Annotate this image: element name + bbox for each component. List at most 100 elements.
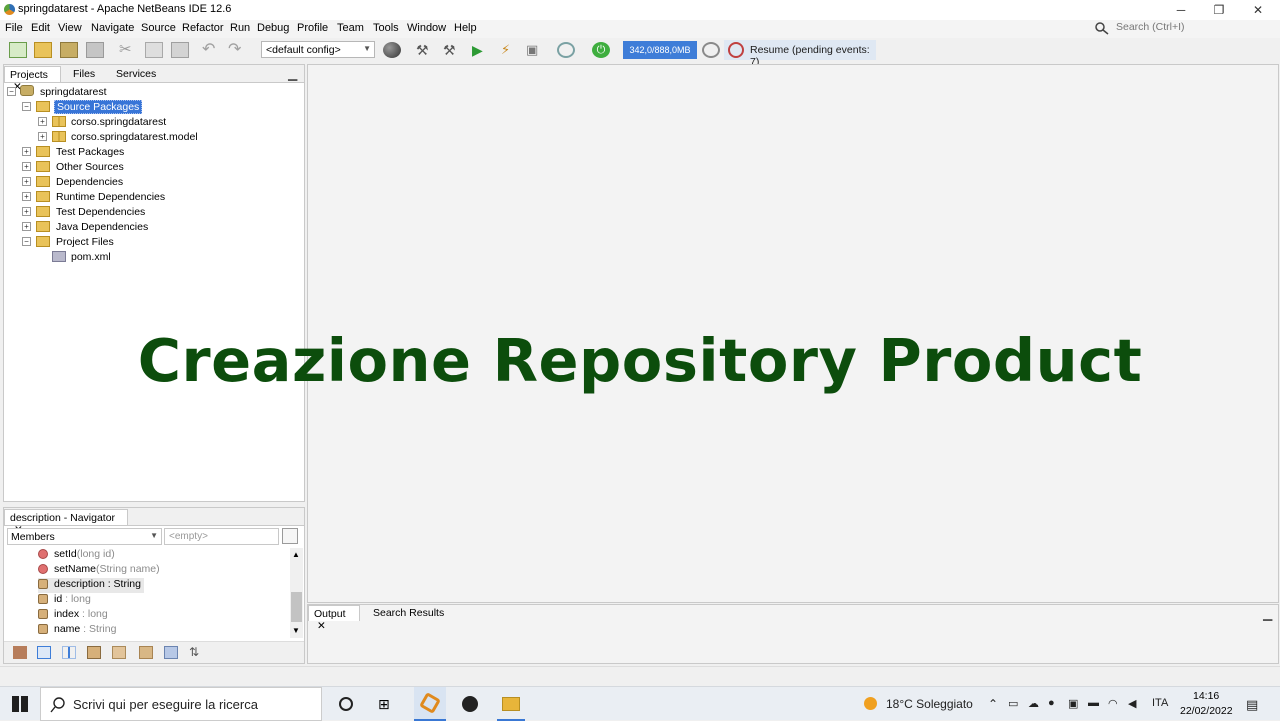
member-item-selected[interactable]: description : String [38,578,144,593]
member-item[interactable]: setName(String name) [38,563,160,578]
menu-team[interactable]: Team [337,22,364,34]
collapse-icon[interactable]: − [22,237,31,246]
menu-run[interactable]: Run [230,22,250,34]
chevron-up-icon[interactable]: ⌃ [988,697,998,711]
new-file-icon[interactable] [9,42,27,58]
member-item[interactable]: name : String [38,623,116,638]
tree-node-test-packages[interactable]: + Test Packages [4,144,304,159]
undo-icon[interactable]: ↶ [202,42,220,58]
cortana-icon[interactable] [339,697,353,711]
resume-button[interactable]: Resume (pending events: 7) [724,40,876,68]
menu-navigate[interactable]: Navigate [91,22,134,34]
tab-files[interactable]: Files [68,66,100,82]
config-select[interactable]: <default config> ▼ [261,41,375,58]
display-icon[interactable]: ▣ [1068,697,1078,710]
scroll-thumb[interactable] [291,592,302,622]
memory-indicator[interactable]: 342,0/888,0MB [623,41,697,59]
redo-icon[interactable]: ↷ [228,42,246,58]
show-static-icon[interactable] [62,646,76,659]
build-hammer-icon[interactable]: ⚒ [416,42,434,58]
menu-file[interactable]: File [5,22,23,34]
quick-search[interactable]: Search (Ctrl+I) [1094,21,1264,36]
tab-services[interactable]: Services [111,66,161,82]
sort-by-name-icon[interactable] [164,646,178,659]
volume-icon[interactable]: ◀ [1128,697,1136,710]
gc-icon[interactable] [702,42,720,58]
menu-help[interactable]: Help [454,22,477,34]
language-label[interactable]: ITA [1152,697,1168,709]
tab-search-results[interactable]: Search Results [368,605,449,621]
clock-time[interactable]: 14:16 [1193,690,1219,702]
expand-all-icon[interactable] [139,646,153,659]
microphone-icon[interactable]: ● [1048,697,1055,709]
wifi-icon[interactable]: ◠ [1108,697,1118,710]
notifications-icon[interactable]: ▤ [1246,697,1258,713]
member-item[interactable]: index : long [38,608,108,623]
tree-node-test-dependencies[interactable]: + Test Dependencies [4,204,304,219]
weather-label[interactable]: 18°C Soleggiato [886,697,973,711]
expand-icon[interactable]: + [22,222,31,231]
minimize-panel-icon[interactable]: ▁ [1263,607,1272,621]
collapse-icon[interactable]: − [22,102,31,111]
menu-debug[interactable]: Debug [257,22,289,34]
menu-refactor[interactable]: Refactor [182,22,224,34]
clean-build-icon[interactable]: ⚒ [443,42,461,58]
filters-icon[interactable] [282,528,298,544]
show-fqn-icon[interactable] [112,646,126,659]
cloud-icon[interactable]: ☁ [1028,697,1039,710]
tree-node-runtime-dependencies[interactable]: + Runtime Dependencies [4,189,304,204]
expand-icon[interactable]: + [38,117,47,126]
expand-icon[interactable]: + [22,147,31,156]
show-nonpublic-icon[interactable] [87,646,101,659]
new-project-icon[interactable] [34,42,52,58]
inherited-members-icon[interactable] [13,646,27,659]
scroll-up-icon[interactable]: ▲ [292,550,300,559]
expand-icon[interactable]: + [22,192,31,201]
taskbar-netbeans[interactable] [414,687,446,721]
restore-icon[interactable]: ❐ [1208,2,1230,18]
menu-tools[interactable]: Tools [373,22,399,34]
collapse-icon[interactable]: − [7,87,16,96]
timer-icon[interactable] [557,42,575,58]
tree-node-pom[interactable]: pom.xml [4,249,304,264]
members-select[interactable]: Members ▼ [7,528,162,545]
expand-icon[interactable]: + [22,207,31,216]
expand-icon[interactable]: + [22,177,31,186]
minimize-icon[interactable]: ─ [1170,2,1192,18]
member-item[interactable]: setId(long id) [38,548,115,563]
close-icon[interactable]: ✕ [1247,2,1269,18]
profile-icon[interactable]: ▣ [526,42,544,58]
tab-navigator[interactable]: description - Navigator ✕ [4,509,128,536]
tree-node-dependencies[interactable]: + Dependencies [4,174,304,189]
tree-node-root[interactable]: − springdatarest [4,84,304,99]
power-icon[interactable]: ⏻ [592,42,610,58]
navigator-filter-input[interactable]: <empty> [164,528,279,545]
menu-window[interactable]: Window [407,22,446,34]
run-icon[interactable]: ▶ [472,42,490,58]
obs-icon[interactable] [462,696,478,712]
task-view-icon[interactable]: ⊞ [378,696,390,713]
tab-projects[interactable]: Projects ✕ [4,66,61,93]
close-icon[interactable]: ✕ [317,620,326,632]
paste-icon[interactable] [171,42,189,58]
minimize-panel-icon[interactable]: ▁ [288,67,297,81]
battery-icon[interactable]: ▬ [1088,697,1099,709]
globe-icon[interactable] [383,42,401,58]
expand-icon[interactable]: + [22,162,31,171]
tree-node-package[interactable]: + corso.springdatarest [4,114,304,129]
windows-start-icon[interactable] [12,696,28,712]
menu-view[interactable]: View [58,22,82,34]
tab-output[interactable]: Output ✕ [308,605,360,632]
copy-icon[interactable] [145,42,163,58]
show-fields-icon[interactable] [37,646,51,659]
cut-icon[interactable]: ✂ [119,42,137,58]
tree-node-other-sources[interactable]: + Other Sources [4,159,304,174]
navigator-scrollbar[interactable]: ▲ ▼ [290,548,303,638]
tree-node-java-dependencies[interactable]: + Java Dependencies [4,219,304,234]
clock-date[interactable]: 22/02/2022 [1180,705,1233,717]
tree-node-package[interactable]: + corso.springdatarest.model [4,129,304,144]
file-explorer-icon[interactable] [502,697,520,711]
tree-node-project-files[interactable]: − Project Files [4,234,304,249]
menu-source[interactable]: Source [141,22,176,34]
menu-edit[interactable]: Edit [31,22,50,34]
